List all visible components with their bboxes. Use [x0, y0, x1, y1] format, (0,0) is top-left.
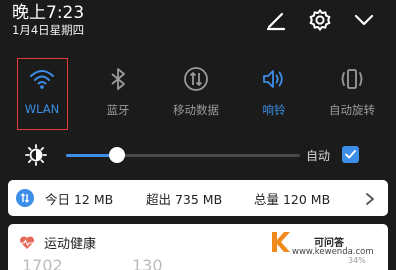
checkmark-icon	[345, 150, 356, 159]
health-card[interactable]: 运动健康 1702 130 可问答 www.kewenda.com 34%	[8, 224, 388, 270]
ring-volume-icon	[235, 64, 313, 94]
chevron-down-icon[interactable]	[350, 6, 378, 34]
steps-value: 1702	[22, 256, 63, 270]
heart-icon	[19, 235, 35, 254]
tile-auto-rotate[interactable]: 自动旋转	[313, 64, 391, 118]
tile-label: 蓝牙	[106, 103, 130, 117]
tile-ring[interactable]: 响铃	[235, 64, 313, 118]
tile-bluetooth[interactable]: 蓝牙	[79, 64, 157, 118]
data-exceeded: 超出 735 MB	[146, 192, 223, 207]
date-label: 1月4日星期四	[12, 23, 85, 37]
mobile-data-icon	[157, 64, 235, 94]
tile-label: 自动旋转	[329, 103, 375, 117]
data-usage-card[interactable]: 今日 12 MB 超出 735 MB 总量 120 MB	[8, 180, 388, 216]
settings-gear-icon[interactable]	[306, 6, 334, 34]
data-today: 今日 12 MB	[45, 192, 114, 207]
secondary-value: 130	[132, 256, 163, 270]
auto-rotate-icon	[313, 64, 391, 94]
edit-icon[interactable]	[262, 6, 290, 34]
tile-label: 移动数据	[173, 103, 219, 117]
data-usage-icon	[16, 189, 34, 207]
clock-time: 晚上7:23	[12, 3, 85, 23]
data-total: 总量 120 MB	[254, 192, 331, 207]
wlan-highlight-box	[17, 58, 68, 130]
auto-brightness-label: 自动	[306, 149, 331, 163]
health-title: 运动健康	[44, 237, 97, 252]
tile-label: 响铃	[262, 103, 286, 117]
bluetooth-icon	[79, 64, 157, 94]
auto-brightness-checkbox[interactable]	[342, 146, 359, 163]
watermark-logo	[270, 230, 292, 258]
brightness-slider-thumb[interactable]	[109, 147, 125, 163]
chevron-right-icon[interactable]	[364, 191, 376, 210]
brightness-icon	[24, 143, 48, 167]
tile-mobile-data[interactable]: 移动数据	[157, 64, 235, 118]
